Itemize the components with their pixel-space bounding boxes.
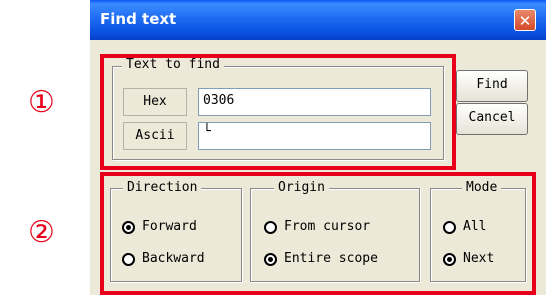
title-bar: Find text ✕ — [90, 0, 546, 40]
marker-two: ② — [28, 215, 55, 250]
marker-one: ① — [28, 85, 55, 120]
close-icon[interactable]: ✕ — [514, 9, 536, 31]
find-button[interactable]: Find — [456, 70, 528, 102]
window-title: Find text — [100, 10, 177, 28]
find-text-dialog: Find text ✕ Text to find Hex 0306 Ascii … — [90, 0, 546, 295]
highlight-box-two — [100, 172, 536, 295]
cancel-button[interactable]: Cancel — [456, 103, 528, 135]
highlight-box-one — [100, 54, 456, 170]
